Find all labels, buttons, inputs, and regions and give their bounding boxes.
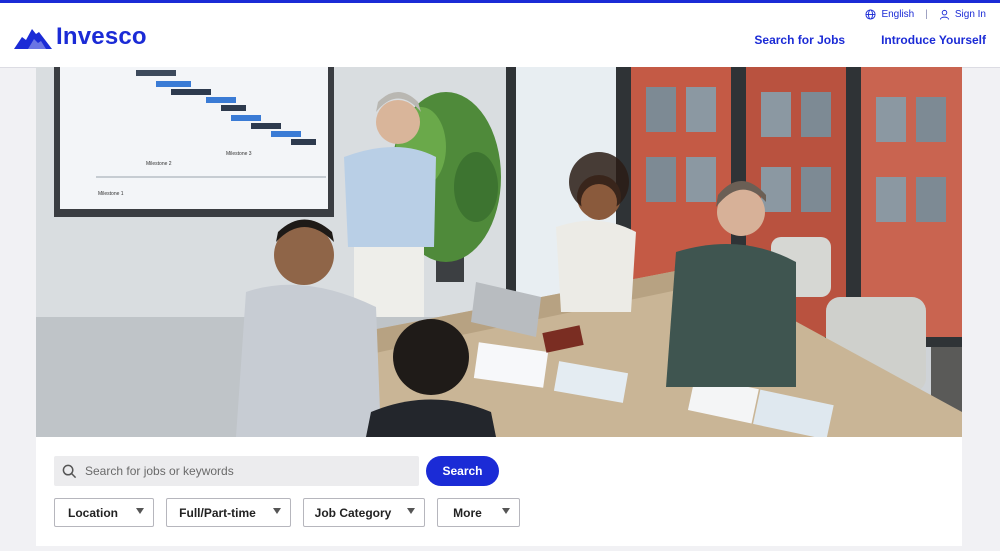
mountain-logo-icon xyxy=(14,29,52,49)
job-category-filter-label: Job Category xyxy=(314,505,392,520)
site-header: Invesco English | Sign In Search for Job… xyxy=(0,3,1000,68)
user-icon xyxy=(939,9,949,20)
sign-in-label: Sign In xyxy=(954,9,986,20)
globe-icon xyxy=(865,9,876,20)
job-category-filter[interactable]: Job Category xyxy=(303,498,425,527)
milestone-2-label: Milestone 2 xyxy=(146,161,172,167)
location-filter[interactable]: Location xyxy=(54,498,154,527)
invesco-logo[interactable]: Invesco xyxy=(14,23,147,51)
milestone-3-label: Milestone 3 xyxy=(226,151,252,157)
chevron-down-icon xyxy=(407,508,415,514)
job-search-panel: Search Location Full/Part-time Job Categ… xyxy=(36,437,962,546)
search-icon xyxy=(62,464,77,478)
brand-name: Invesco xyxy=(56,23,147,50)
nav-search-jobs[interactable]: Search for Jobs xyxy=(754,33,845,47)
language-label: English xyxy=(881,9,915,20)
more-filter-label: More xyxy=(453,505,482,520)
chevron-down-icon xyxy=(502,508,510,514)
employment-type-filter-label: Full/Part-time xyxy=(179,505,256,520)
location-filter-label: Location xyxy=(68,505,118,520)
utility-divider: | xyxy=(925,9,928,20)
meeting-photo-illustration: Milestone 2 Milestone 3 Milestone 1 xyxy=(36,67,962,437)
hero-image: Milestone 2 Milestone 3 Milestone 1 xyxy=(36,67,962,437)
more-filter[interactable]: More xyxy=(437,498,520,527)
nav-introduce-yourself[interactable]: Introduce Yourself xyxy=(881,33,986,47)
employment-type-filter[interactable]: Full/Part-time xyxy=(166,498,291,527)
sign-in-link[interactable]: Sign In xyxy=(939,9,986,20)
milestone-1-label: Milestone 1 xyxy=(98,191,124,197)
search-box xyxy=(54,456,419,486)
chevron-down-icon xyxy=(273,508,281,514)
utility-nav: English | Sign In xyxy=(865,9,986,20)
main-nav: Search for Jobs Introduce Yourself xyxy=(718,33,986,47)
search-input[interactable] xyxy=(83,463,397,479)
search-button[interactable]: Search xyxy=(426,456,499,486)
chevron-down-icon xyxy=(136,508,144,514)
language-selector[interactable]: English xyxy=(865,9,914,20)
